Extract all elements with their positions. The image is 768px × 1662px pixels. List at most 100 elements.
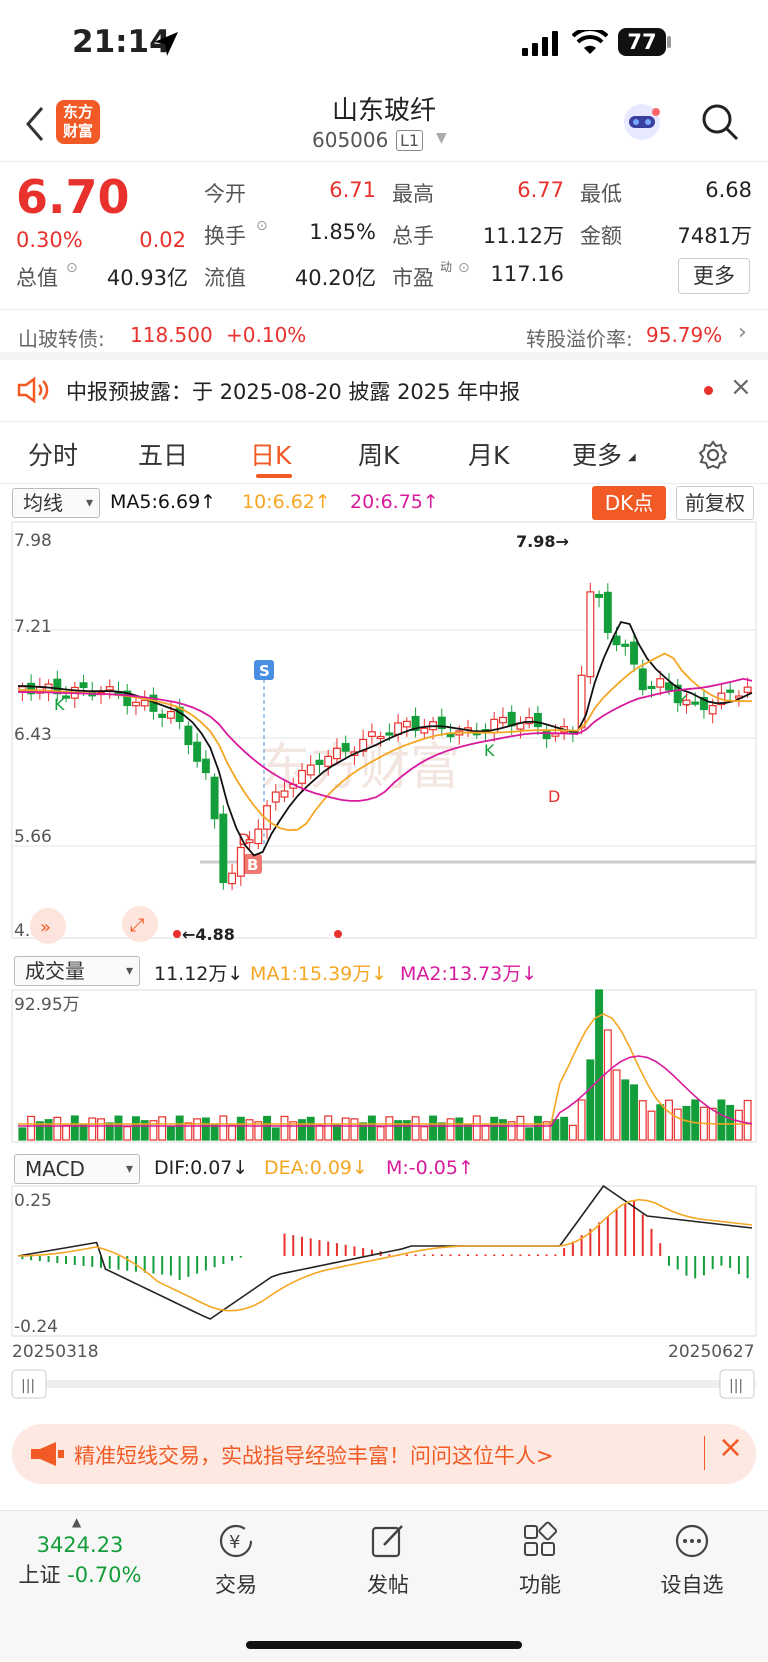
bottom-nav: ▲ 3424.23 上证 -0.70% ¥ 交易 发帖 功能 设自选: [0, 1510, 768, 1662]
chart-tabs: 分时 五日 日K 周K 月K 更多 ◢: [0, 422, 768, 484]
candle: [201, 758, 210, 774]
nav-watchlist[interactable]: 设自选: [632, 1521, 752, 1599]
more-button[interactable]: 更多: [678, 258, 750, 294]
volume-bar: [271, 1127, 280, 1141]
volume-bar: [201, 1117, 210, 1141]
nav-post[interactable]: 发帖: [328, 1521, 448, 1599]
high-label: 最高: [392, 182, 434, 206]
index-name: 上证: [18, 1563, 61, 1587]
info-icon[interactable]: ⊙: [256, 218, 268, 234]
yuan-circle-icon: ¥: [219, 1524, 253, 1558]
tab-daily-k[interactable]: 日K: [250, 436, 291, 472]
macd-y-max: 0.25: [14, 1191, 52, 1211]
bond-name: 山玻转债:: [18, 327, 105, 351]
volume-bar: [114, 1115, 123, 1141]
volume-bar: [568, 1124, 577, 1141]
sell-signal-label: S: [259, 662, 270, 680]
volume-bar: [612, 1069, 621, 1141]
volume-label: 总手: [392, 224, 434, 248]
level-badge: L1: [396, 130, 424, 151]
volume-bar: [18, 1127, 27, 1141]
search-icon[interactable]: [700, 102, 740, 142]
chart-scrollbar[interactable]: [12, 1380, 756, 1388]
candle: [647, 685, 656, 690]
high-value: 6.77: [517, 178, 564, 202]
low-label: 最低: [580, 182, 622, 206]
tab-weekly-k[interactable]: 周K: [358, 436, 399, 472]
candle: [402, 720, 411, 728]
y-axis-max: 7.98: [14, 531, 52, 551]
volume-bar: [472, 1115, 481, 1141]
volume-bar: [734, 1109, 743, 1141]
volume-bar: [350, 1118, 359, 1141]
info-icon[interactable]: ⊙: [66, 260, 78, 276]
info-icon[interactable]: ⊙: [458, 260, 470, 276]
tab-more[interactable]: 更多: [572, 436, 622, 472]
index-value: 3424.23: [36, 1533, 124, 1557]
more-dots-icon: [675, 1524, 709, 1558]
chevron-right-icon[interactable]: ›: [738, 320, 747, 345]
y-axis-label-4: 5.66: [14, 827, 52, 847]
d-marker: D: [548, 787, 560, 806]
candle: [158, 713, 167, 718]
location-arrow-icon: [154, 32, 178, 56]
volume-bar-series: [18, 989, 752, 1141]
volume-bar: [315, 1124, 324, 1141]
notice-bar[interactable]: 中报预披露：于 2025-08-20 披露 2025 年中报 ×: [0, 358, 768, 422]
status-bar: 21:14 77: [0, 0, 768, 90]
volume-bar: [70, 1115, 79, 1141]
buy-signal-label: B: [247, 856, 258, 874]
robot-assistant-icon[interactable]: [620, 100, 664, 144]
candle: [533, 712, 542, 728]
event-marker-dot: [334, 930, 342, 938]
index-ticker[interactable]: ▲ 3424.23 上证 -0.70%: [0, 1515, 160, 1589]
promo-banner[interactable]: 精准短线交易，实战指导经验丰富！问问这位牛人> ×: [12, 1424, 756, 1484]
volume-bar: [131, 1116, 140, 1141]
volume-bar: [726, 1104, 735, 1141]
amount-label: 金额: [580, 224, 622, 248]
nav-functions[interactable]: 功能: [480, 1521, 600, 1599]
close-icon[interactable]: ×: [718, 1430, 743, 1465]
candle: [603, 591, 612, 633]
candle: [254, 828, 263, 845]
tab-five-day[interactable]: 五日: [138, 436, 188, 472]
stock-chart-svg[interactable]: 东方财富 7.98 7.21 6.43 5.66 4.88 7.98→ ←4.8…: [0, 484, 768, 1414]
nav-functions-label: 功能: [519, 1573, 561, 1597]
tab-monthly-k[interactable]: 月K: [468, 436, 509, 472]
convertible-bond-row[interactable]: 山玻转债: 118.500 +0.10% 转股溢价率: 95.79% ›: [0, 310, 768, 360]
candle: [420, 727, 429, 734]
nav-trade[interactable]: ¥ 交易: [176, 1521, 296, 1599]
candle: [62, 695, 71, 699]
chevron-down-icon[interactable]: ▼: [436, 130, 447, 146]
tab-intraday[interactable]: 分时: [28, 436, 78, 472]
volume-bar: [577, 1099, 586, 1141]
volume-bar: [481, 1124, 490, 1141]
candle: [131, 701, 140, 707]
volume-bar: [743, 1099, 752, 1141]
volume-bar: [603, 1029, 612, 1141]
volume-bar: [621, 1079, 630, 1141]
volume-bar: [665, 1099, 673, 1141]
k-marker: K: [484, 741, 495, 760]
pe-label: 市盈: [392, 266, 434, 290]
low-marker-dot: [173, 930, 181, 938]
turnover-value: 1.85%: [309, 220, 376, 244]
x-axis-end-date: 20250627: [668, 1342, 755, 1362]
settings-gear-icon[interactable]: [698, 440, 728, 470]
chart-area[interactable]: 均线 MA5:6.69↑ 10:6.62↑ 20:6.75↑ DK点 前复权 成…: [0, 484, 768, 1414]
volume-bar: [420, 1126, 429, 1141]
volume-bar: [630, 1084, 639, 1141]
banner-text: 精准短线交易，实战指导经验丰富！问问这位牛人>: [74, 1444, 554, 1468]
change-amount: 0.02: [139, 228, 186, 252]
candle: [630, 641, 639, 665]
low-annotation: ←4.88: [182, 925, 235, 944]
volume-bar: [455, 1117, 464, 1141]
close-icon[interactable]: ×: [730, 372, 752, 402]
volume-bar: [97, 1118, 105, 1141]
home-indicator: [246, 1641, 522, 1649]
candle: [228, 872, 237, 885]
stock-header: 东方 财富 山东玻纤 605006 L1 ▼: [0, 90, 768, 162]
volume-value: 11.12万: [482, 224, 564, 248]
candle: [193, 741, 202, 762]
open-label: 今开: [204, 182, 246, 206]
